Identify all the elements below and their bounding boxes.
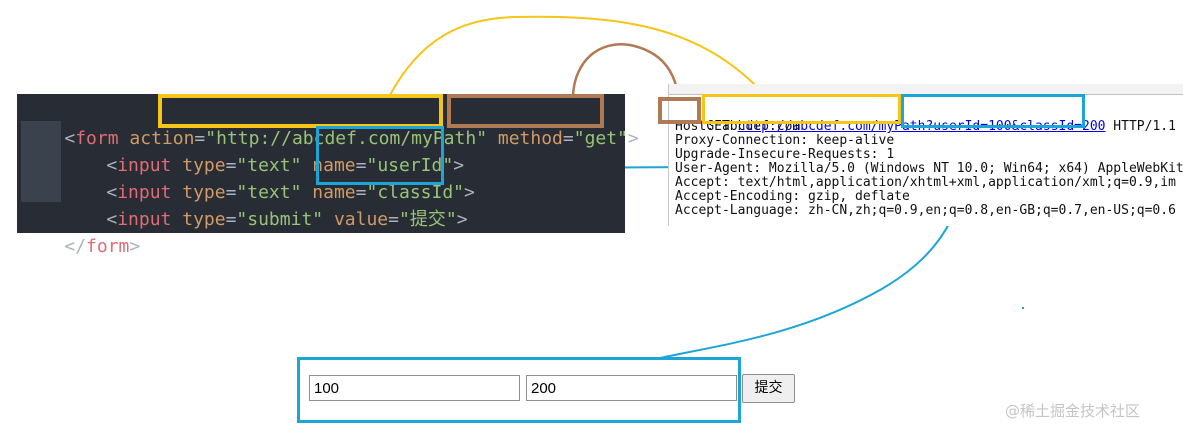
submit-button[interactable]: 提交: [742, 374, 795, 403]
code-token: "submit": [236, 209, 324, 230]
watermark-text: @稀土掘金技术社区: [1005, 402, 1141, 420]
code-token: </: [64, 236, 87, 257]
url-highlight-box: [702, 94, 901, 124]
code-token: method: [487, 128, 563, 149]
get-highlight-box: [658, 97, 701, 124]
method-connector-curve: [571, 42, 680, 96]
code-token: "提交": [399, 209, 457, 230]
http-header-line: Proxy-Connection: keep-alive: [675, 133, 895, 148]
classid-highlight-box: [316, 126, 444, 185]
userid-input[interactable]: [309, 375, 520, 401]
method-highlight-box: [447, 94, 604, 128]
http-header-line: Accept-Encoding: gzip, deflate: [675, 189, 910, 204]
code-token: form: [86, 236, 130, 257]
code-token: =: [225, 209, 237, 230]
watermark-dot: [1022, 307, 1024, 309]
code-token: >: [627, 128, 639, 149]
classid-input[interactable]: [526, 375, 737, 401]
http-header-line: Accept-Language: zh-CN,zh;q=0.9,en;q=0.8…: [675, 203, 1176, 218]
http-protocol: HTTP/1.1: [1105, 119, 1176, 134]
http-header-line: User-Agent: Mozilla/5.0 (Windows NT 10.0…: [675, 161, 1183, 176]
code-token: =: [388, 209, 399, 230]
code-token: type: [171, 209, 226, 230]
code-token: value: [323, 209, 389, 230]
code-line-form-close: </form>: [21, 206, 140, 287]
code-method-value: "get": [573, 128, 628, 149]
http-header-line: Accept: text/html,application/xhtml+xml,…: [675, 175, 1176, 190]
query-highlight-box: [901, 94, 1085, 128]
http-header-line: Upgrade-Insecure-Requests: 1: [675, 147, 895, 162]
action-highlight-box: [158, 94, 443, 128]
code-token: >: [456, 209, 468, 230]
code-token: =: [562, 128, 574, 149]
code-token: >: [129, 236, 141, 257]
